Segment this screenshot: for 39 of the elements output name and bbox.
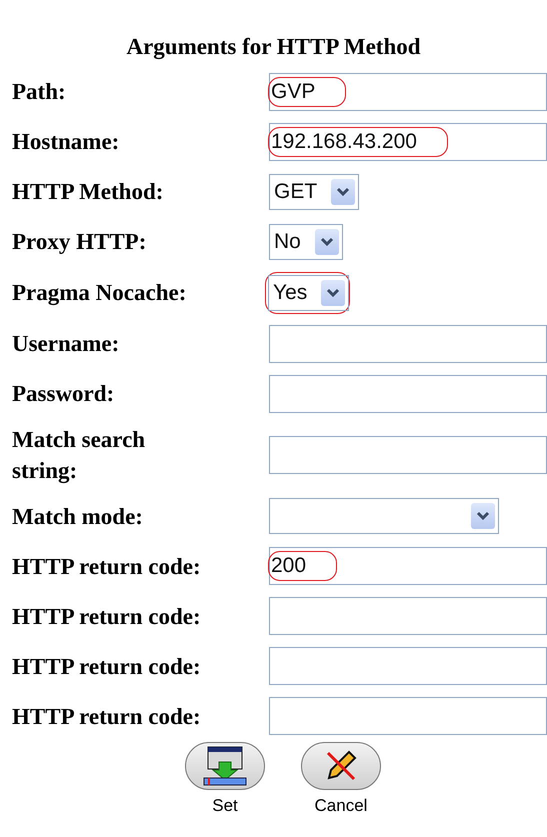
- chevron-down-icon: [336, 187, 350, 197]
- dropdown[interactable]: GET: [269, 174, 360, 210]
- chevron-down-icon: [326, 288, 340, 298]
- highlighted-value: 192.168.43.200: [268, 127, 448, 157]
- field-label: HTTP Method:: [12, 178, 164, 206]
- chevron-down-icon: [476, 511, 490, 522]
- highlighted-value: GVP: [268, 77, 346, 107]
- dropdown[interactable]: No: [269, 224, 343, 260]
- field-label: HTTP return code:: [12, 552, 202, 581]
- field-label: Match mode:: [12, 502, 144, 531]
- dropdown[interactable]: Yes: [268, 275, 350, 311]
- highlighted-value: 200: [268, 551, 338, 582]
- text-field[interactable]: [269, 325, 547, 363]
- form-title: Arguments for HTTP Method: [125, 33, 422, 62]
- field-label: Password:: [12, 380, 116, 408]
- chevron-down-icon: [320, 237, 334, 247]
- text-field[interactable]: GVP: [269, 73, 547, 111]
- field-label: Pragma Nocache:: [12, 279, 188, 308]
- field-label: HTTP return code:: [12, 652, 202, 681]
- field-label: HTTP return code:: [12, 702, 202, 731]
- field-label: Proxy HTTP:: [12, 228, 148, 256]
- field-label: Match search string:: [12, 426, 146, 486]
- download-tray-icon: [202, 746, 248, 786]
- set-button[interactable]: [185, 742, 265, 790]
- cancel-button[interactable]: [301, 742, 381, 790]
- text-field[interactable]: 200: [269, 547, 547, 586]
- button-label: Set: [212, 796, 238, 816]
- text-field[interactable]: 192.168.43.200: [269, 123, 547, 161]
- field-label: HTTP return code:: [12, 602, 202, 631]
- text-field[interactable]: [269, 436, 547, 474]
- text-field[interactable]: [269, 697, 547, 736]
- field-label: Username:: [12, 330, 120, 358]
- text-field[interactable]: [269, 375, 547, 413]
- field-label: Path:: [12, 78, 67, 106]
- button-label: Cancel: [314, 796, 368, 816]
- dropdown[interactable]: [269, 498, 499, 534]
- text-field[interactable]: [269, 647, 547, 686]
- field-label: Hostname:: [12, 128, 120, 156]
- text-field[interactable]: [269, 597, 547, 636]
